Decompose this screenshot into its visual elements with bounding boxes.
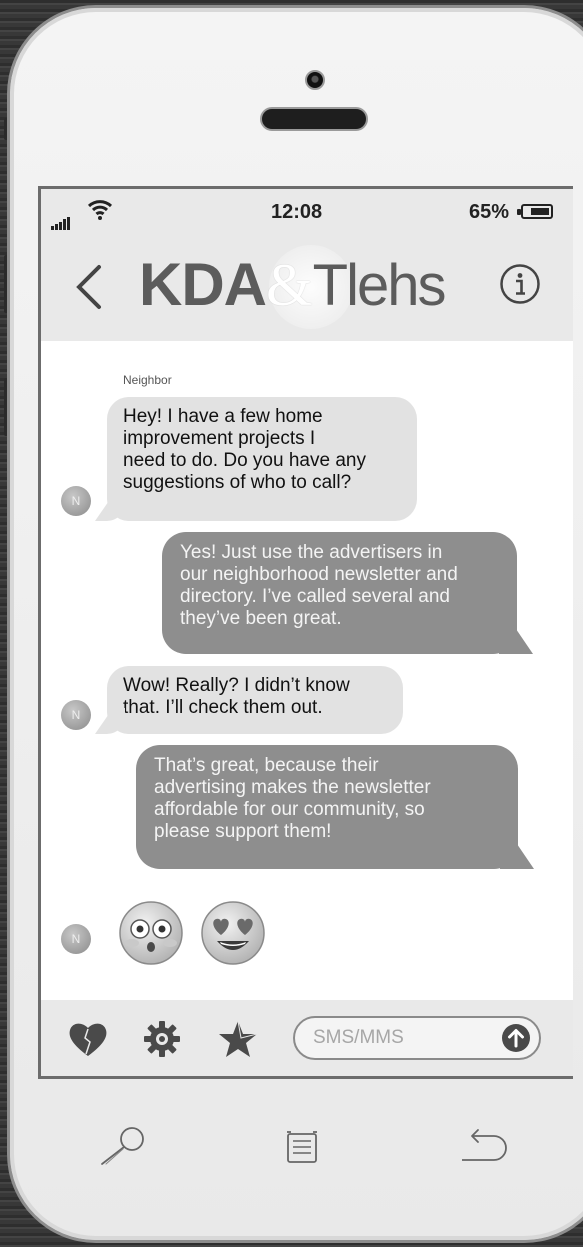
incoming-message: Hey! I have a few home improvement proje… — [107, 397, 417, 521]
earpiece-speaker — [260, 107, 368, 131]
logo-ampersand: & — [266, 252, 313, 318]
sms-input[interactable] — [313, 1027, 483, 1049]
heart-eyes-face-icon — [201, 901, 265, 965]
logo-text-tlehs: Tlehs — [312, 253, 447, 318]
outgoing-message: That’s great, because their advertising … — [136, 745, 518, 869]
list-icon[interactable] — [284, 1128, 320, 1166]
return-icon[interactable] — [460, 1128, 512, 1166]
info-icon[interactable] — [499, 263, 541, 305]
logo-text-kda: KDA — [139, 251, 267, 318]
back-chevron-icon[interactable] — [67, 261, 111, 313]
front-camera — [305, 70, 325, 90]
avatar: N — [61, 924, 91, 954]
phone-screen: 12:08 65% KDA&Tlehs Neighbor Hey! I have… — [38, 186, 573, 1079]
gear-icon[interactable] — [143, 1020, 181, 1058]
heart-icon[interactable] — [67, 1020, 109, 1058]
sender-label: Neighbor — [123, 373, 172, 387]
star-icon[interactable] — [217, 1018, 259, 1060]
outgoing-message: Yes! Just use the advertisers in our nei… — [162, 532, 517, 654]
composer-bar — [41, 1000, 573, 1076]
message-field[interactable] — [293, 1016, 541, 1060]
status-time: 12:08 — [271, 201, 323, 223]
conversation-header: KDA&Tlehs — [41, 233, 573, 341]
wifi-icon — [87, 200, 113, 220]
brand-logo: KDA&Tlehs — [139, 250, 447, 320]
battery-percent: 65% — [469, 201, 510, 223]
status-bar: 12:08 65% — [41, 189, 573, 233]
search-icon[interactable] — [98, 1124, 148, 1168]
signal-icon — [51, 207, 71, 230]
send-icon[interactable] — [501, 1023, 531, 1053]
incoming-message: Wow! Really? I didn’t know that. I’ll ch… — [107, 666, 403, 734]
avatar: N — [61, 700, 91, 730]
avatar: N — [61, 486, 91, 516]
battery-icon — [517, 204, 553, 219]
flushed-face-icon — [119, 901, 183, 965]
